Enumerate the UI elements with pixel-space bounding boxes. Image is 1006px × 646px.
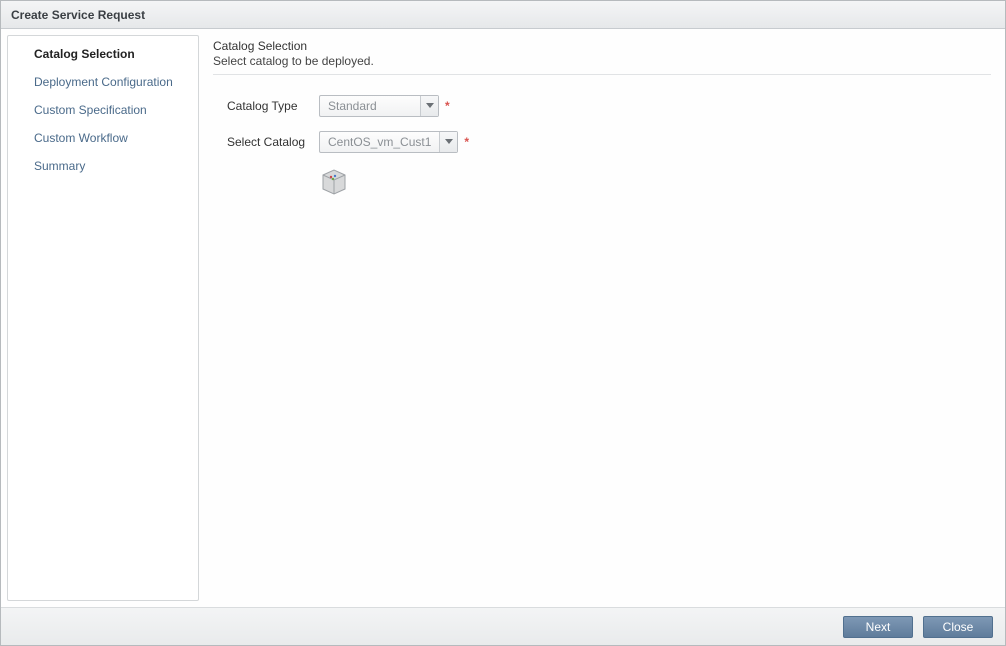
- modal-header: Create Service Request: [1, 1, 1005, 29]
- required-indicator: *: [464, 135, 469, 149]
- sidebar-item-label: Deployment Configuration: [34, 75, 173, 89]
- close-button[interactable]: Close: [923, 616, 993, 638]
- create-service-request-modal: Create Service Request Catalog Selection…: [0, 0, 1006, 646]
- sidebar-item-catalog-selection[interactable]: Catalog Selection: [8, 40, 198, 68]
- dropdown-select-catalog-value: CentOS_vm_Cust1: [320, 132, 439, 152]
- modal-title: Create Service Request: [11, 8, 145, 22]
- label-select-catalog: Select Catalog: [227, 135, 319, 149]
- modal-footer: Next Close: [1, 607, 1005, 645]
- package-icon: [319, 167, 349, 195]
- next-button[interactable]: Next: [843, 616, 913, 638]
- modal-body: Catalog Selection Deployment Configurati…: [1, 29, 1005, 607]
- wizard-sidebar: Catalog Selection Deployment Configurati…: [7, 35, 199, 601]
- row-catalog-type: Catalog Type Standard *: [227, 95, 991, 117]
- form-area: Catalog Type Standard * Select Catalog C…: [213, 95, 991, 198]
- required-indicator: *: [445, 99, 450, 113]
- dropdown-select-catalog[interactable]: CentOS_vm_Cust1: [319, 131, 458, 153]
- content-pane: Catalog Selection Select catalog to be d…: [199, 35, 999, 601]
- chevron-down-icon: [420, 96, 438, 116]
- sidebar-item-custom-workflow[interactable]: Custom Workflow: [8, 124, 198, 152]
- label-catalog-type: Catalog Type: [227, 99, 319, 113]
- sidebar-item-custom-specification[interactable]: Custom Specification: [8, 96, 198, 124]
- sidebar-item-label: Custom Specification: [34, 103, 147, 117]
- sidebar-item-label: Custom Workflow: [34, 131, 128, 145]
- content-title: Catalog Selection: [213, 39, 991, 53]
- sidebar-item-label: Catalog Selection: [34, 47, 135, 61]
- chevron-down-icon: [439, 132, 457, 152]
- dropdown-catalog-type[interactable]: Standard: [319, 95, 439, 117]
- catalog-icon-row: [319, 167, 991, 198]
- sidebar-item-deployment-configuration[interactable]: Deployment Configuration: [8, 68, 198, 96]
- content-subtitle: Select catalog to be deployed.: [213, 54, 991, 68]
- dropdown-catalog-type-value: Standard: [320, 96, 420, 116]
- row-select-catalog: Select Catalog CentOS_vm_Cust1 *: [227, 131, 991, 153]
- sidebar-item-summary[interactable]: Summary: [8, 152, 198, 180]
- divider: [213, 74, 991, 75]
- sidebar-item-label: Summary: [34, 159, 85, 173]
